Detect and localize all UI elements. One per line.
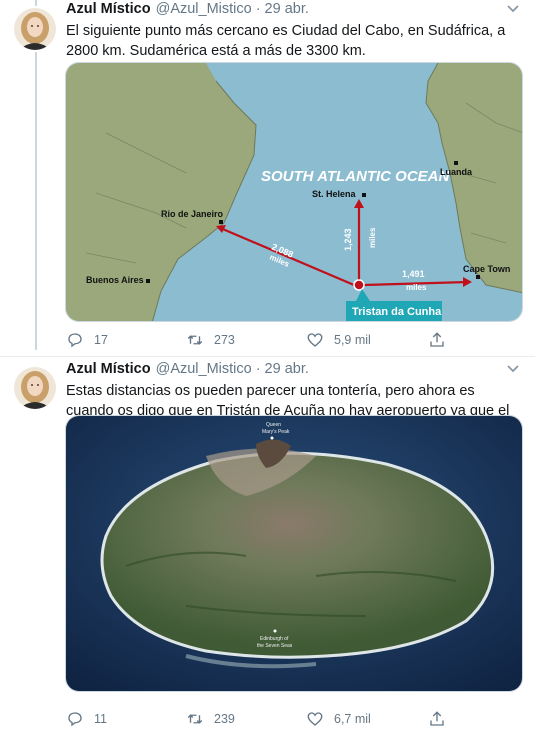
distance-helena: 1,243 <box>343 228 353 251</box>
retweet-count: 273 <box>214 333 235 347</box>
chevron-down-icon[interactable] <box>505 3 521 15</box>
city-rio: Rio de Janeiro <box>161 209 224 219</box>
tweet-actions: 17 273 5,9 mil <box>66 330 466 350</box>
avatar[interactable] <box>14 367 56 409</box>
peak-label-line2: Mary's Peak <box>262 429 290 435</box>
island-photo[interactable]: Queen Mary's Peak Edinburgh of the Seven… <box>65 415 523 692</box>
peak-label-line1: Queen <box>266 422 281 428</box>
reply-icon <box>68 333 82 348</box>
like-button[interactable]: 5,9 mil <box>306 330 371 350</box>
map-image[interactable]: SOUTH ATLANTIC OCEAN 2,088 miles 1,243 m… <box>65 62 523 322</box>
author-handle[interactable]: @Azul_Mistico <box>156 361 252 377</box>
separator: · <box>255 1 261 17</box>
timestamp[interactable]: 29 abr. <box>265 361 309 377</box>
share-icon <box>430 332 444 347</box>
heart-icon <box>307 333 323 347</box>
island-shape <box>100 451 495 659</box>
tweet[interactable]: Azul Místico @Azul_Mistico · 29 abr. El … <box>0 0 535 356</box>
reply-count: 11 <box>94 712 107 726</box>
share-button[interactable] <box>428 330 456 350</box>
retweet-icon <box>187 714 203 724</box>
retweet-count: 239 <box>214 712 235 726</box>
share-icon <box>430 711 444 726</box>
author-handle[interactable]: @Azul_Mistico <box>156 1 252 17</box>
reply-button[interactable]: 11 <box>66 709 107 729</box>
city-luanda: Luanda <box>440 167 473 177</box>
city-cape-town: Cape Town <box>463 264 510 274</box>
reply-icon <box>68 712 82 727</box>
like-count: 6,7 mil <box>334 712 371 726</box>
city-buenos-aires: Buenos Aires <box>86 275 144 285</box>
chevron-down-icon[interactable] <box>505 363 521 375</box>
retweet-icon <box>187 335 203 345</box>
tweet-header: Azul Místico @Azul_Mistico · 29 abr. <box>66 361 523 381</box>
distance-helena-unit: miles <box>368 227 377 248</box>
tweet-actions: 11 239 6,7 mil <box>66 709 466 729</box>
reply-button[interactable]: 17 <box>66 330 108 350</box>
separator: · <box>255 361 261 377</box>
tweet-content: Azul Místico @Azul_Mistico · 29 abr. El … <box>66 1 523 61</box>
settlement-label-line1: Edinburgh of <box>260 636 289 642</box>
city-st-helena: St. Helena <box>312 189 357 199</box>
retweet-button[interactable]: 239 <box>186 709 235 729</box>
author-name[interactable]: Azul Místico <box>66 1 151 17</box>
share-button[interactable] <box>428 709 456 729</box>
ocean-label: SOUTH ATLANTIC OCEAN <box>261 168 450 185</box>
retweet-button[interactable]: 273 <box>186 330 235 350</box>
tweet[interactable]: Azul Místico @Azul_Mistico · 29 abr. Est… <box>0 357 535 741</box>
like-button[interactable]: 6,7 mil <box>306 709 371 729</box>
heart-icon <box>307 712 323 726</box>
like-count: 5,9 mil <box>334 333 371 347</box>
island-label: Tristan da Cunha <box>352 306 442 318</box>
author-name[interactable]: Azul Místico <box>66 361 151 377</box>
distance-cape: 1,491 <box>402 269 425 279</box>
reply-count: 17 <box>94 333 108 347</box>
avatar[interactable] <box>14 8 56 50</box>
tweet-text: El siguiente punto más cercano es Ciudad… <box>66 23 506 59</box>
distance-cape-unit: miles <box>406 283 427 292</box>
settlement-label-line2: the Seven Seas <box>257 643 293 649</box>
timestamp[interactable]: 29 abr. <box>265 1 309 17</box>
tristan-marker <box>353 279 365 291</box>
tweet-header: Azul Místico @Azul_Mistico · 29 abr. <box>66 1 523 21</box>
